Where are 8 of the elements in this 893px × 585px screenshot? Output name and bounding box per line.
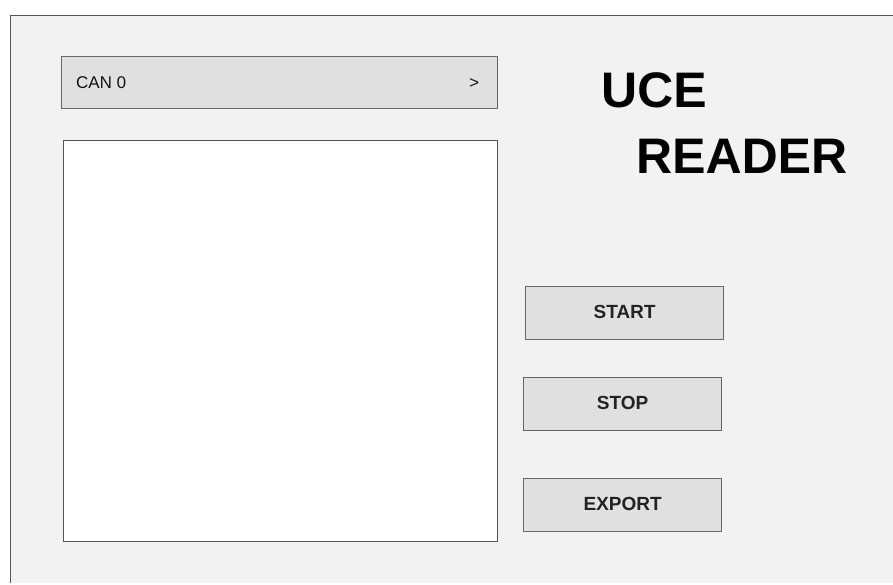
action-button[interactable]: EXPORT (523, 478, 722, 532)
app-title: UCE (601, 61, 708, 120)
app-title: READER (636, 127, 848, 186)
dropdown-value: CAN 0 (76, 72, 126, 94)
dropdown-caret: > (469, 72, 479, 94)
action-button[interactable]: STOP (523, 377, 722, 431)
can-dropdown[interactable]: CAN 0 > (61, 56, 498, 109)
action-button[interactable]: START (525, 286, 724, 340)
